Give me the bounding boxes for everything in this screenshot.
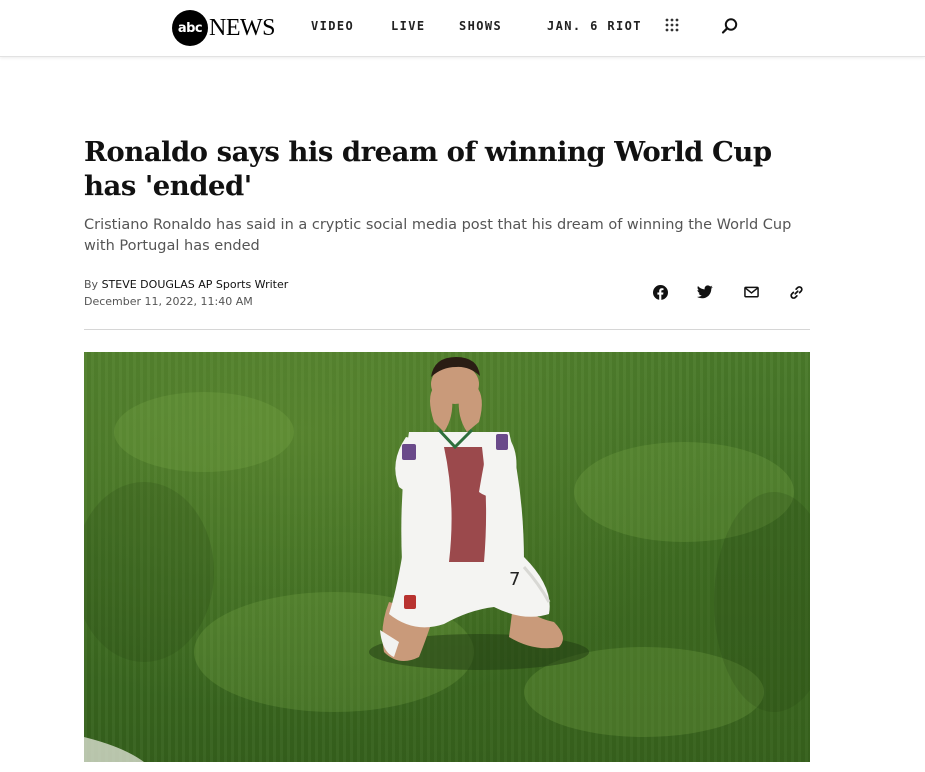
email-share-icon[interactable] xyxy=(742,283,760,301)
grid-menu-icon[interactable] xyxy=(664,17,680,33)
byline-prefix: By xyxy=(84,278,99,291)
abc-logo-circle: abc xyxy=(172,10,208,46)
article-headline: Ronaldo says his dream of winning World … xyxy=(84,136,772,202)
nav-video[interactable]: VIDEO xyxy=(311,19,354,33)
news-wordmark: NEWS xyxy=(209,14,276,41)
facebook-share-icon[interactable] xyxy=(651,283,669,301)
author-link[interactable]: STEVE DOUGLAS AP Sports Writer xyxy=(102,278,289,291)
publish-date: December 11, 2022, 11:40 AM xyxy=(84,295,253,308)
nav-live[interactable]: LIVE xyxy=(391,19,426,33)
nav-shows[interactable]: SHOWS xyxy=(459,19,502,33)
shirt-number-label: 7 xyxy=(509,569,520,590)
hero-photo-ronaldo: 7 xyxy=(84,352,810,762)
abc-news-logo[interactable]: abc NEWS xyxy=(172,10,276,46)
twitter-share-icon[interactable] xyxy=(696,283,714,301)
nav-jan-6-riot[interactable]: JAN. 6 RIOT xyxy=(547,19,642,33)
byline: By STEVE DOUGLAS AP Sports Writer xyxy=(84,278,288,291)
search-icon[interactable] xyxy=(721,17,739,35)
site-header: abc NEWS VIDEO LIVE SHOWS JAN. 6 RIOT xyxy=(0,0,925,57)
article-dek: Cristiano Ronaldo has said in a cryptic … xyxy=(84,217,792,254)
copy-link-icon[interactable] xyxy=(787,283,805,301)
player-figure: 7 xyxy=(380,357,563,661)
byline-divider xyxy=(84,329,810,330)
